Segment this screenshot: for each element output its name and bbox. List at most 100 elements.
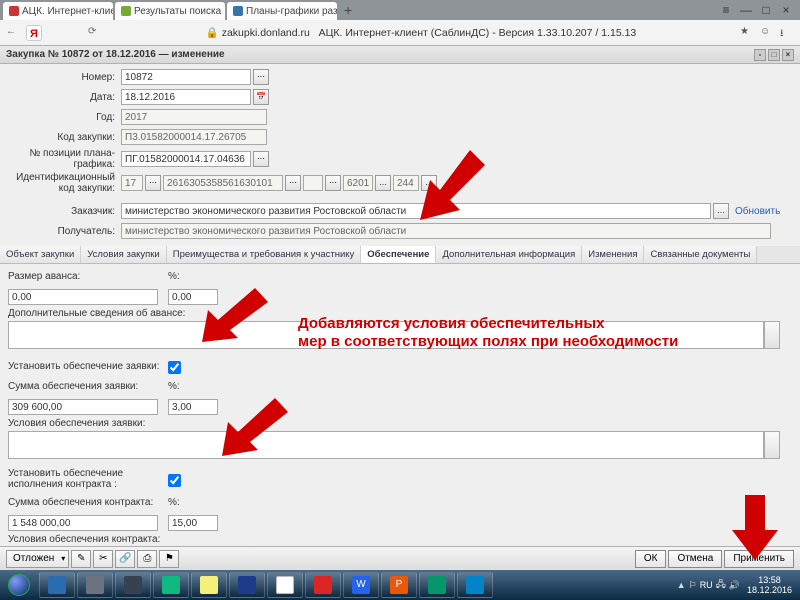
- browser-urlbar: ← Я ⟳ 🔒 zakupki.donland.ru АЦК. Интернет…: [0, 20, 800, 46]
- contract-secure-pct-field[interactable]: [168, 515, 218, 531]
- app-secure-pct-label: %:: [168, 381, 208, 392]
- browser-tab-1[interactable]: Результаты поиска: [115, 2, 225, 20]
- browser-tab-2[interactable]: Планы-графики размещен…: [227, 2, 337, 20]
- taskbar-app-1[interactable]: [39, 572, 75, 598]
- avans-pct-label: %:: [168, 271, 208, 282]
- start-button[interactable]: [0, 570, 38, 600]
- window-max-icon[interactable]: □: [768, 49, 780, 61]
- taskbar-app-10[interactable]: [457, 572, 493, 598]
- ident-picker-2[interactable]: ⋯: [285, 175, 301, 191]
- ident-field-1[interactable]: [121, 175, 143, 191]
- yandex-logo[interactable]: Я: [26, 25, 42, 41]
- new-tab-button[interactable]: +: [338, 2, 358, 18]
- ident-field-blank[interactable]: [303, 175, 323, 191]
- ident-picker-3[interactable]: ⋯: [325, 175, 341, 191]
- app-secure-checkbox[interactable]: [168, 361, 181, 374]
- reload-icon[interactable]: ⟳: [88, 26, 102, 40]
- avans-extra-label: Дополнительные сведения об авансе:: [8, 308, 792, 319]
- ident-picker-4[interactable]: …: [375, 175, 391, 191]
- download-icon[interactable]: ⭳: [780, 26, 794, 40]
- contract-secure-checkbox[interactable]: [168, 474, 181, 487]
- tab-changes[interactable]: Изменения: [582, 246, 644, 263]
- tab-docs[interactable]: Связанные документы: [644, 246, 757, 263]
- tab-conditions[interactable]: Условия закупки: [81, 246, 166, 263]
- taskbar-app-ppt[interactable]: P: [381, 572, 417, 598]
- date-field[interactable]: [121, 89, 251, 105]
- tray-flag-icon[interactable]: ⚐: [689, 580, 697, 591]
- ident-field-2[interactable]: [163, 175, 283, 191]
- close-window-icon[interactable]: ×: [778, 3, 794, 17]
- toolbar-icon-5[interactable]: ⚑: [159, 550, 179, 568]
- refresh-link[interactable]: Обновить: [735, 206, 780, 217]
- customer-picker-button[interactable]: …: [713, 203, 729, 219]
- address-bar[interactable]: 🔒 zakupki.donland.ru АЦК. Интернет-клиен…: [108, 26, 734, 39]
- window-min-icon[interactable]: -: [754, 49, 766, 61]
- taskbar-app-2[interactable]: [77, 572, 113, 598]
- taskbar-app-8[interactable]: [305, 572, 341, 598]
- avans-extra-textarea[interactable]: [8, 321, 764, 349]
- ok-button[interactable]: ОК: [635, 550, 667, 568]
- customer-field[interactable]: [121, 203, 711, 219]
- tab-label: АЦК. Интернет-клиент (: [22, 6, 113, 17]
- back-icon[interactable]: ←: [6, 26, 20, 40]
- ident-picker-5[interactable]: …: [421, 175, 437, 191]
- tray-expand-icon[interactable]: ▲: [677, 580, 686, 590]
- ident-label: Идентификационный код закупки:: [6, 172, 121, 194]
- ident-field-3[interactable]: [343, 175, 373, 191]
- windows-taskbar: W P ▲ ⚐ RU 🖧 🔊 13:58 18.12.2016: [0, 570, 800, 600]
- avans-extra-expand-button[interactable]: [764, 321, 780, 349]
- ident-field-4[interactable]: [393, 175, 419, 191]
- date-label: Дата:: [6, 92, 121, 103]
- app-secure-sum-label: Сумма обеспечения заявки:: [8, 381, 168, 392]
- bookmark-icon[interactable]: ★: [740, 26, 754, 40]
- app-secure-sum-field[interactable]: [8, 399, 158, 415]
- tab-favicon: [121, 6, 131, 16]
- tray-lang[interactable]: RU: [700, 580, 713, 590]
- tray-net-icon[interactable]: 🖧: [716, 577, 726, 593]
- number-picker-button[interactable]: ⋯: [253, 69, 269, 85]
- tray-vol-icon[interactable]: 🔊: [729, 580, 740, 591]
- avans-size-field[interactable]: [8, 289, 158, 305]
- tray-time: 13:58: [747, 575, 792, 585]
- status-dropdown[interactable]: Отложен: [6, 550, 69, 568]
- number-field[interactable]: [121, 69, 251, 85]
- toolbar-icon-2[interactable]: ✂: [93, 550, 113, 568]
- taskbar-app-word[interactable]: W: [343, 572, 379, 598]
- toolbar-icon-3[interactable]: 🔗: [115, 550, 135, 568]
- app-secure-cond-label: Условия обеспечения заявки:: [8, 418, 792, 429]
- app-secure-expand-button[interactable]: [764, 431, 780, 459]
- minimize-icon[interactable]: ―: [738, 3, 754, 17]
- tab-favicon: [233, 6, 243, 16]
- contract-secure-sum-field[interactable]: [8, 515, 158, 531]
- taskbar-app-6[interactable]: [229, 572, 265, 598]
- tab-object[interactable]: Объект закупки: [0, 246, 81, 263]
- pos-label: № позиции плана-графика:: [6, 148, 121, 170]
- taskbar-app-4[interactable]: [153, 572, 189, 598]
- app-secure-pct-field[interactable]: [168, 399, 218, 415]
- calendar-icon[interactable]: 📅: [253, 89, 269, 105]
- tab-security[interactable]: Обеспечение: [361, 246, 436, 263]
- app-secure-cond-textarea[interactable]: [8, 431, 764, 459]
- taskbar-app-7[interactable]: [267, 572, 303, 598]
- tray-clock[interactable]: 13:58 18.12.2016: [743, 575, 796, 595]
- cancel-button[interactable]: Отмена: [668, 550, 722, 568]
- tab-addinfo[interactable]: Дополнительная информация: [436, 246, 582, 263]
- taskbar-app-5[interactable]: [191, 572, 227, 598]
- page-title: АЦК. Интернет-клиент (СаблинДС) - Версия…: [319, 27, 637, 39]
- ident-picker-1[interactable]: ⋯: [145, 175, 161, 191]
- menu-icon[interactable]: ≡: [718, 3, 734, 17]
- taskbar-app-3[interactable]: [115, 572, 151, 598]
- feedback-icon[interactable]: ☺: [760, 26, 774, 40]
- pos-picker-button[interactable]: ⋯: [253, 151, 269, 167]
- avans-pct-field[interactable]: [168, 289, 218, 305]
- toolbar-icon-4[interactable]: ⎙: [137, 550, 157, 568]
- browser-tab-0[interactable]: АЦК. Интернет-клиент (×: [3, 2, 113, 20]
- maximize-icon[interactable]: □: [758, 3, 774, 17]
- apply-button[interactable]: Применить: [724, 550, 794, 568]
- window-close-icon[interactable]: ×: [782, 49, 794, 61]
- toolbar-icon-1[interactable]: ✎: [71, 550, 91, 568]
- app-secure-set-label: Установить обеспечение заявки:: [8, 361, 168, 372]
- taskbar-app-9[interactable]: [419, 572, 455, 598]
- pos-field[interactable]: [121, 151, 251, 167]
- tab-requirements[interactable]: Преимущества и требования к участнику: [167, 246, 362, 263]
